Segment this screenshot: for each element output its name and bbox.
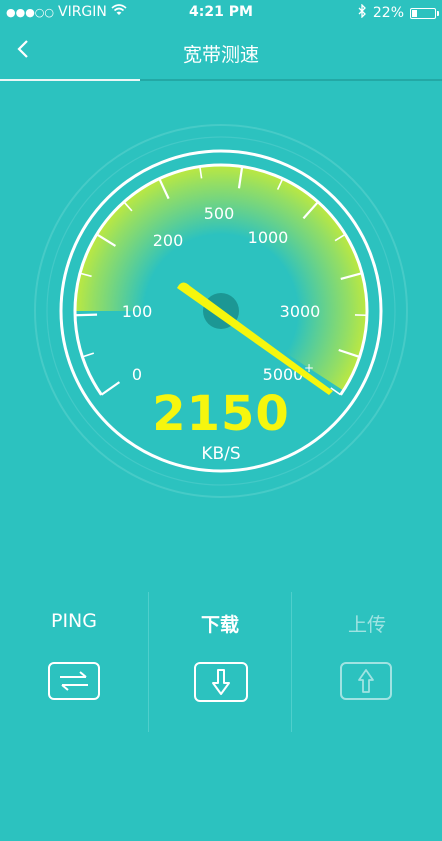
tick-label-0: 0: [132, 365, 142, 384]
tick-label-200: 200: [153, 231, 184, 250]
page-title: 宽带测速: [182, 44, 259, 66]
dial-tick: [75, 313, 98, 317]
status-bar: ●●●○○ VIRGIN 4:21 PM 22%: [0, 0, 442, 26]
status-right: 22%: [358, 3, 439, 22]
tab-download-label: 下载: [200, 614, 239, 636]
speed-gauge: 0 100 200 500 1000 3000 5000 + 2150 KB/S: [0, 110, 442, 510]
battery-percent: 22%: [372, 5, 404, 21]
nav-progress-indicator: [0, 79, 140, 81]
battery-icon: [410, 7, 439, 19]
tick-label-500: 500: [204, 204, 235, 223]
tick-label-100: 100: [122, 302, 153, 321]
speed-fill-arc: [76, 165, 367, 390]
nav-bar: 宽带测速: [0, 26, 442, 81]
tick-label-1000: 1000: [248, 228, 289, 247]
upload-arrow-icon: [340, 662, 392, 700]
test-mode-tabs: PING 下载 上传: [0, 592, 442, 732]
speed-value: 2150: [152, 386, 290, 442]
tab-ping-label: PING: [51, 610, 97, 632]
download-arrow-icon: [194, 662, 248, 702]
bluetooth-icon: [358, 3, 367, 22]
tab-download[interactable]: 下载: [149, 592, 291, 732]
dial-tick: [82, 352, 95, 358]
tab-ping[interactable]: PING: [0, 592, 148, 732]
tab-upload-label: 上传: [347, 614, 386, 636]
tick-label-3000: 3000: [280, 302, 321, 321]
speed-unit: KB/S: [201, 444, 241, 464]
tab-upload[interactable]: 上传: [292, 592, 442, 732]
swap-arrows-icon: [48, 662, 100, 700]
battery-fill: [412, 9, 417, 17]
